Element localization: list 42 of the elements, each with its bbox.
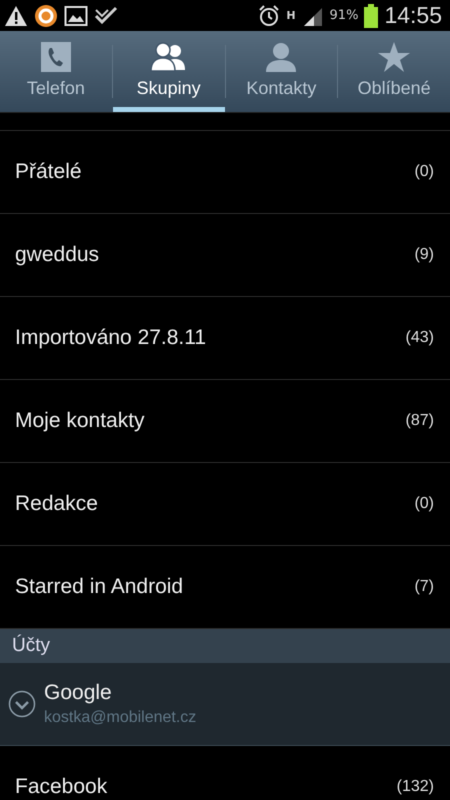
group-count: (7) <box>414 578 434 596</box>
tab[interactable]: Skupiny <box>112 31 224 112</box>
account-item[interactable]: Facebook (132) <box>0 746 450 800</box>
image-icon <box>64 4 88 26</box>
group-item[interactable]: Moje kontakty (87) <box>0 380 450 463</box>
group-name: gweddus <box>15 243 100 267</box>
battery-icon <box>364 4 378 28</box>
group-item[interactable]: gweddus (9) <box>0 214 450 297</box>
warning-icon <box>4 4 28 26</box>
group-name: Starred in Android <box>15 575 184 599</box>
signal-icon <box>302 6 324 26</box>
clock: 14:55 <box>384 2 442 29</box>
check-icon <box>94 4 118 26</box>
group-count: (43) <box>406 329 434 347</box>
alarm-icon <box>258 4 280 26</box>
group-count: (0) <box>414 495 434 513</box>
account-count: (132) <box>396 778 434 796</box>
group-count: (9) <box>414 246 434 264</box>
group-item[interactable]: Přátelé (0) <box>0 131 450 214</box>
section-title: Účty <box>12 635 50 657</box>
tab[interactable]: Kontakty <box>226 31 338 112</box>
phone-icon <box>40 42 71 72</box>
account-name: Facebook <box>15 775 108 799</box>
tab[interactable]: Telefon <box>0 31 112 112</box>
group-count: (0) <box>414 163 434 181</box>
group-count: (87) <box>406 412 434 430</box>
network-indicator: H <box>286 9 296 22</box>
battery-percent: 91% <box>330 8 358 23</box>
group-item[interactable]: Importováno 27.8.11 (43) <box>0 297 450 380</box>
group-name: Importováno 27.8.11 <box>15 326 206 350</box>
app-icon <box>34 4 58 28</box>
star-icon <box>378 42 410 72</box>
account-name: Google <box>44 681 113 705</box>
group-name: Redakce <box>15 492 98 516</box>
person-icon <box>264 42 298 72</box>
account-item[interactable]: Google kostka@mobilenet.cz <box>0 663 450 746</box>
tab[interactable]: Oblíbené <box>338 31 450 112</box>
chevron-icon[interactable] <box>8 690 36 718</box>
account-email: kostka@mobilenet.cz <box>44 709 198 727</box>
group-name: Moje kontakty <box>15 409 145 433</box>
group-name: Přátelé <box>15 160 82 184</box>
group-item[interactable]: Redakce (0) <box>0 463 450 546</box>
